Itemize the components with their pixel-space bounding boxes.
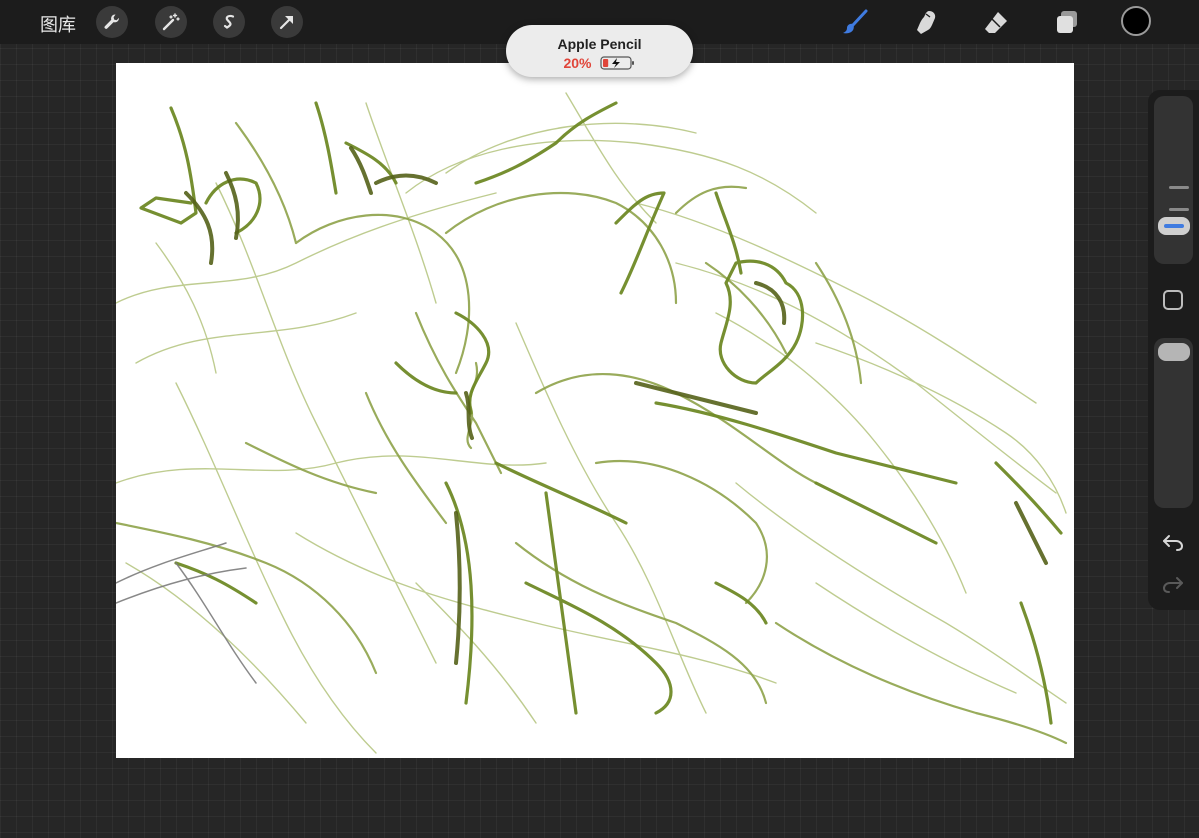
drawing-canvas[interactable] (116, 63, 1074, 758)
adjustments-button[interactable] (155, 6, 187, 38)
redo-arrow-icon[interactable] (1161, 572, 1185, 596)
undo-arrow-icon[interactable] (1161, 530, 1185, 554)
pencil-battery-row: 20% (506, 55, 693, 71)
brush-tool-button[interactable] (840, 7, 870, 37)
layers-button[interactable] (1052, 7, 1082, 37)
brush-icon (843, 9, 868, 34)
brush-size-thumb[interactable] (1158, 216, 1190, 235)
battery-charging-icon (599, 56, 634, 70)
transform-button[interactable] (271, 6, 303, 38)
opacity-thumb[interactable] (1158, 342, 1190, 361)
eraser-icon (985, 12, 1007, 33)
color-picker-button[interactable] (1121, 6, 1151, 36)
selection-s-icon (223, 14, 235, 29)
sketch-artwork (116, 92, 1068, 754)
brush-sidebar (1148, 90, 1199, 610)
opacity-slider[interactable] (1154, 338, 1193, 508)
smudge-tool-button[interactable] (911, 7, 941, 37)
size-tick (1169, 208, 1189, 211)
pencil-title: Apple Pencil (557, 36, 642, 52)
pencil-battery-percent: 20% (563, 55, 592, 71)
wrench-icon (104, 14, 119, 29)
eraser-tool-button[interactable] (981, 7, 1011, 37)
brush-size-slider[interactable] (1154, 96, 1193, 264)
arrow-cursor-icon (279, 16, 293, 30)
selection-button[interactable] (213, 6, 245, 38)
layers-icon (1057, 11, 1077, 33)
smudge-finger-icon (917, 11, 936, 34)
actions-button[interactable] (96, 6, 128, 38)
square-modify-icon[interactable] (1163, 290, 1183, 310)
gallery-button[interactable]: 图库 (40, 11, 76, 37)
size-tick (1169, 186, 1189, 189)
magic-wand-icon (162, 13, 180, 31)
pencil-battery-toast: Apple Pencil 20% (506, 25, 693, 77)
